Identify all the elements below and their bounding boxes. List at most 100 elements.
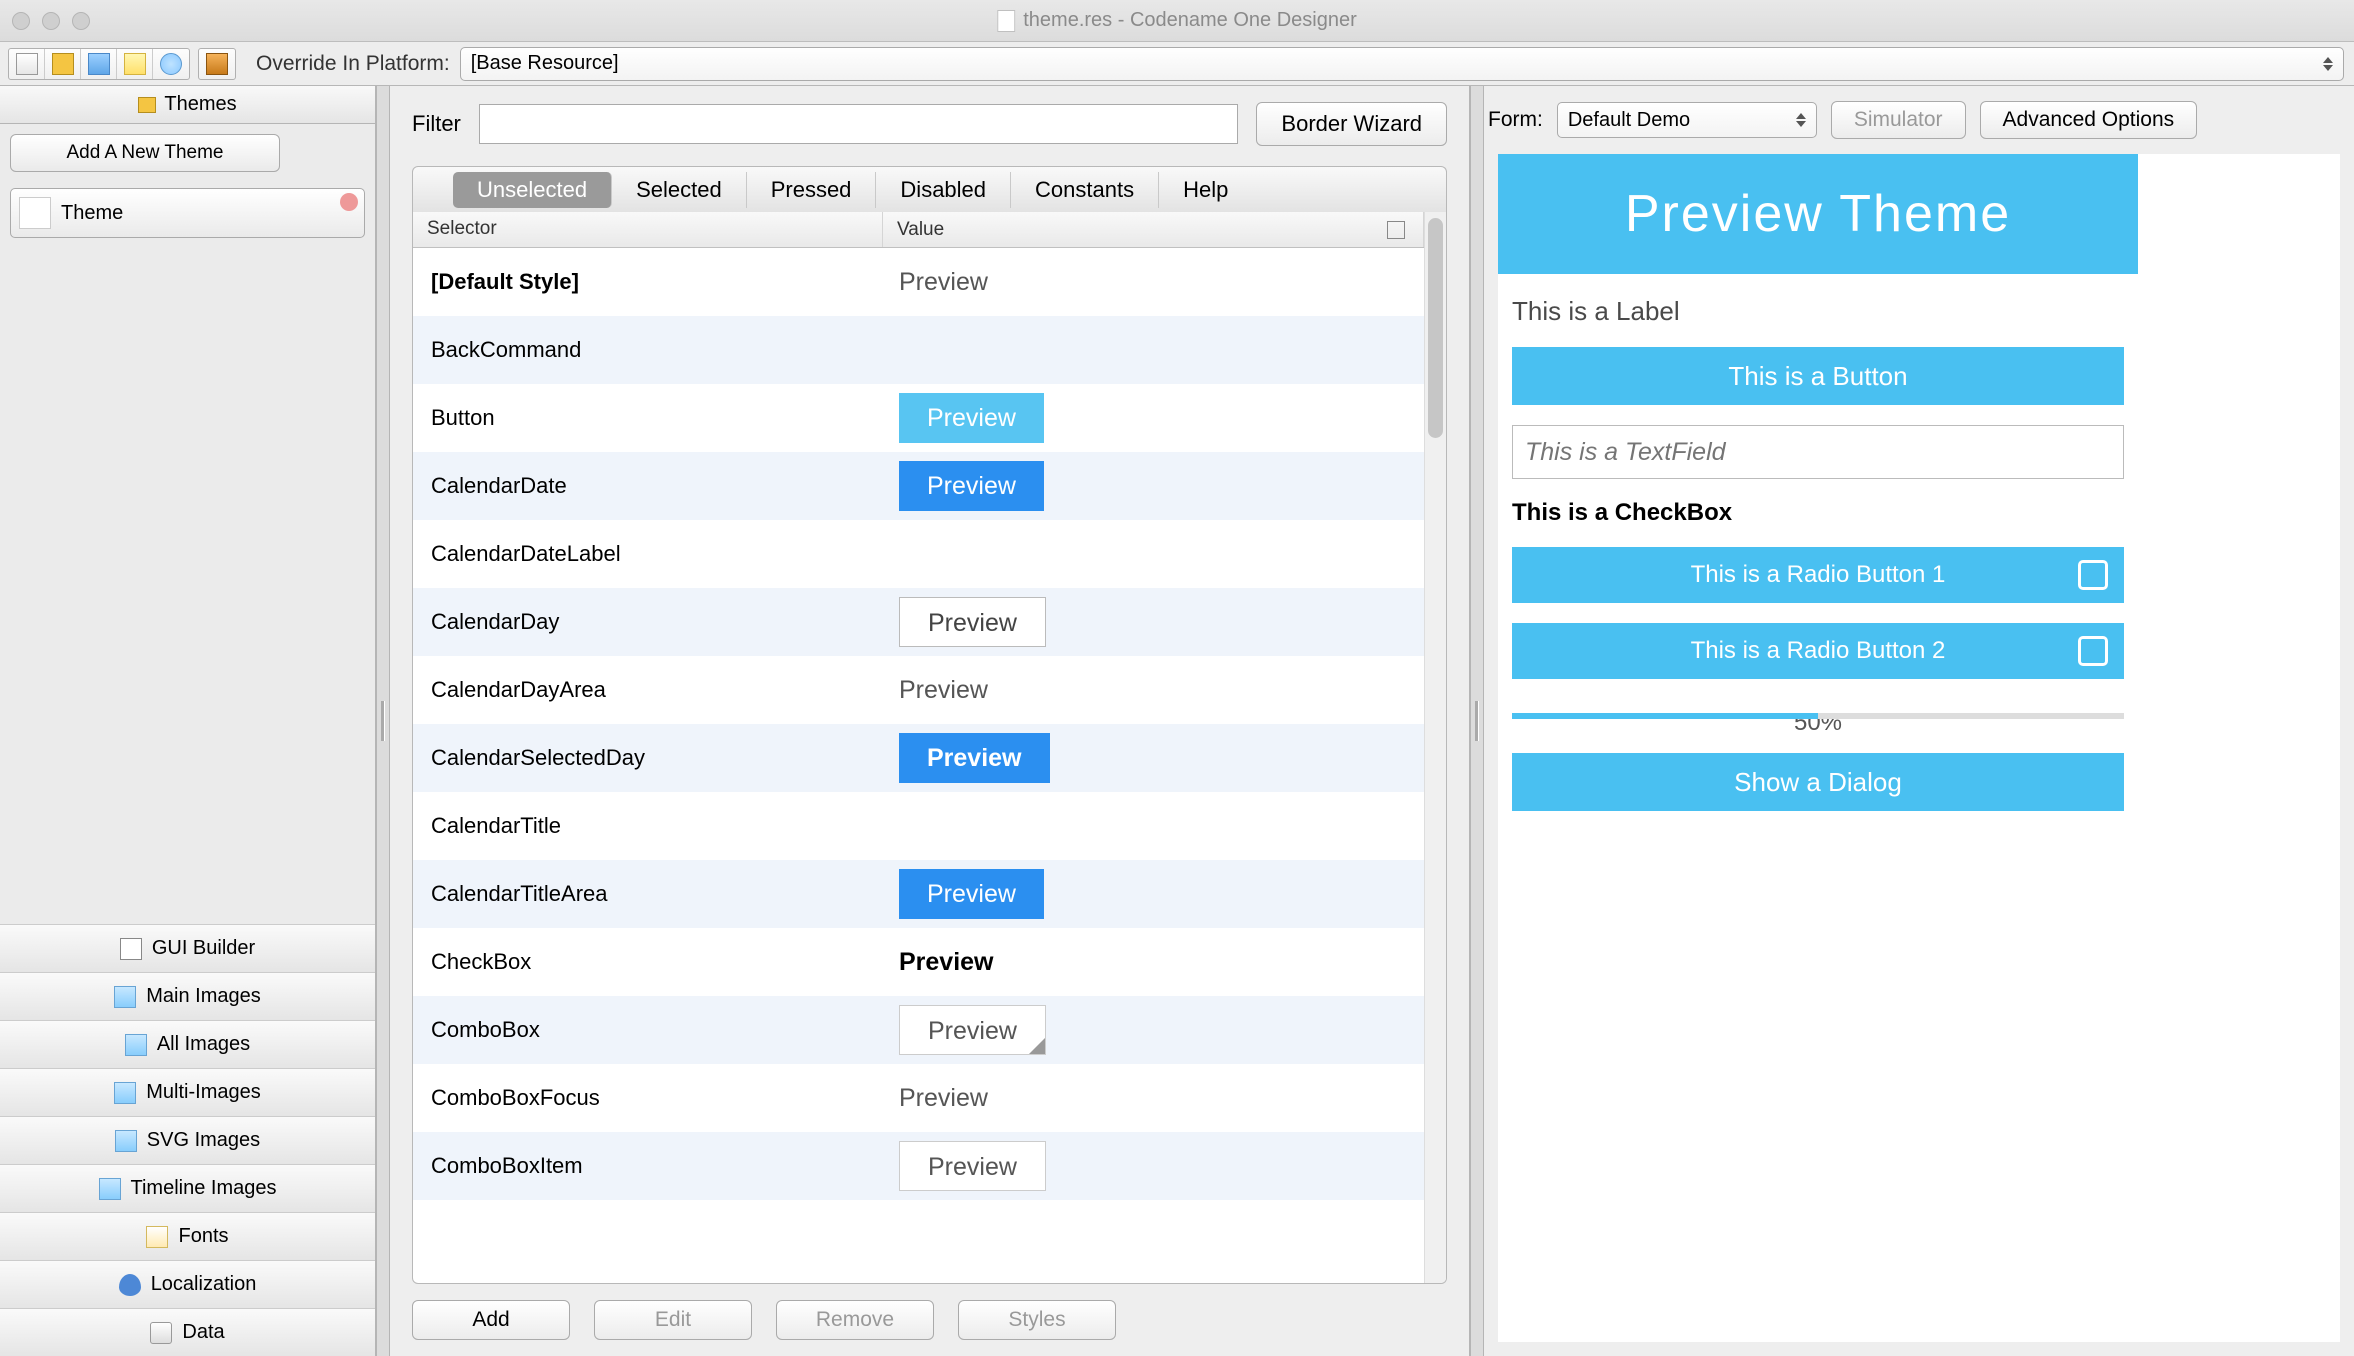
- table-row[interactable]: ButtonPreview: [413, 384, 1424, 452]
- styles-button[interactable]: Styles: [958, 1300, 1116, 1340]
- table-row[interactable]: [Default Style]Preview: [413, 248, 1424, 316]
- table-row[interactable]: CalendarDayPreview: [413, 588, 1424, 656]
- preview-textfield[interactable]: [1512, 425, 2124, 479]
- table-row[interactable]: CheckBoxPreview: [413, 928, 1424, 996]
- save-button[interactable]: [81, 49, 117, 79]
- sidebar-label: All Images: [157, 1033, 250, 1056]
- chevron-updown-icon: [1796, 113, 1806, 127]
- close-window-button[interactable]: [12, 12, 30, 30]
- selector-cell: [Default Style]: [413, 269, 883, 295]
- preview-checkbox[interactable]: This is a CheckBox: [1512, 499, 2124, 527]
- edit-icon: [124, 53, 146, 75]
- table-row[interactable]: CalendarDateLabel: [413, 520, 1424, 588]
- selector-cell: CheckBox: [413, 949, 883, 975]
- images-icon: [114, 1082, 136, 1104]
- table-row[interactable]: ComboBoxFocusPreview: [413, 1064, 1424, 1132]
- sidebar-main-images[interactable]: Main Images: [0, 972, 375, 1020]
- add-theme-button[interactable]: Add A New Theme: [10, 134, 280, 172]
- column-header-selector[interactable]: Selector: [413, 212, 883, 247]
- table-row[interactable]: CalendarSelectedDayPreview: [413, 724, 1424, 792]
- sidebar-timeline-images[interactable]: Timeline Images: [0, 1164, 375, 1212]
- zoom-window-button[interactable]: [72, 12, 90, 30]
- table-row[interactable]: CalendarDayAreaPreview: [413, 656, 1424, 724]
- images-icon: [125, 1034, 147, 1056]
- selector-cell: ComboBox: [413, 1017, 883, 1043]
- tab-disabled[interactable]: Disabled: [876, 172, 1011, 208]
- value-cell: Preview: [883, 268, 1424, 297]
- sidebar-label: GUI Builder: [152, 937, 255, 960]
- exit-button[interactable]: [199, 49, 235, 79]
- scrollbar-thumb[interactable]: [1428, 218, 1443, 438]
- sidebar-fonts[interactable]: Fonts: [0, 1212, 375, 1260]
- value-cell: Preview: [883, 1141, 1424, 1191]
- sidebar-label: Timeline Images: [131, 1177, 277, 1200]
- sidebar: Themes Add A New Theme Theme GUI Builder…: [0, 86, 376, 1356]
- simulator-button[interactable]: Simulator: [1831, 101, 1966, 139]
- remove-button[interactable]: Remove: [776, 1300, 934, 1340]
- chevron-updown-icon: [2323, 57, 2333, 71]
- themes-icon: [138, 97, 156, 113]
- sidebar-label: Main Images: [146, 985, 261, 1008]
- filter-input[interactable]: [479, 104, 1239, 144]
- themes-header: Themes: [0, 86, 375, 124]
- open-button[interactable]: [45, 49, 81, 79]
- selector-cell: CalendarTitleArea: [413, 881, 883, 907]
- add-button[interactable]: Add: [412, 1300, 570, 1340]
- exit-tool-group: [198, 48, 236, 80]
- edit-entry-button[interactable]: Edit: [594, 1300, 752, 1340]
- preview-button[interactable]: This is a Button: [1512, 347, 2124, 405]
- sidebar-all-images[interactable]: All Images: [0, 1020, 375, 1068]
- tabbar: Unselected Selected Pressed Disabled Con…: [412, 166, 1447, 212]
- window-title-text: theme.res - Codename One Designer: [1023, 9, 1357, 32]
- override-value: [Base Resource]: [471, 52, 619, 75]
- edit-button[interactable]: [117, 49, 153, 79]
- selector-table: Selector Value [Default Style]PreviewBac…: [413, 212, 1424, 1283]
- vertical-splitter-2[interactable]: [1470, 86, 1484, 1356]
- preview-radio-2[interactable]: This is a Radio Button 2: [1512, 623, 2124, 679]
- sidebar-gui-builder[interactable]: GUI Builder: [0, 924, 375, 972]
- table-row[interactable]: BackCommand: [413, 316, 1424, 384]
- titlebar: theme.res - Codename One Designer: [0, 0, 2354, 42]
- form-select[interactable]: Default Demo: [1557, 102, 1817, 138]
- tab-selected[interactable]: Selected: [612, 172, 747, 208]
- vertical-scrollbar[interactable]: [1424, 212, 1446, 1283]
- table-row[interactable]: CalendarTitle: [413, 792, 1424, 860]
- sidebar-data[interactable]: Data: [0, 1308, 375, 1356]
- override-platform-select[interactable]: [Base Resource]: [460, 47, 2344, 81]
- table-row[interactable]: ComboBoxPreview: [413, 996, 1424, 1064]
- new-file-button[interactable]: [9, 49, 45, 79]
- preview-panel: Form: Default Demo Simulator Advanced Op…: [1484, 86, 2354, 1356]
- sidebar-localization[interactable]: Localization: [0, 1260, 375, 1308]
- preview-slider[interactable]: 50%: [1512, 699, 2124, 733]
- vertical-splitter[interactable]: [376, 86, 390, 1356]
- help-button[interactable]: [153, 49, 189, 79]
- save-icon: [88, 53, 110, 75]
- column-header-value[interactable]: Value: [883, 212, 1424, 247]
- tab-constants[interactable]: Constants: [1011, 172, 1159, 208]
- selector-cell: ComboBoxItem: [413, 1153, 883, 1179]
- delete-theme-button[interactable]: [340, 193, 358, 211]
- minimize-window-button[interactable]: [42, 12, 60, 30]
- preview-dialog-button[interactable]: Show a Dialog: [1512, 753, 2124, 811]
- themes-header-text: Themes: [164, 93, 236, 116]
- tab-unselected[interactable]: Unselected: [453, 172, 612, 208]
- tab-help[interactable]: Help: [1159, 172, 1252, 208]
- sidebar-label: Multi-Images: [146, 1081, 260, 1104]
- column-menu-icon[interactable]: [1387, 221, 1405, 239]
- table-row[interactable]: CalendarTitleAreaPreview: [413, 860, 1424, 928]
- sidebar-svg-images[interactable]: SVG Images: [0, 1116, 375, 1164]
- sidebar-label: Fonts: [178, 1225, 228, 1248]
- selector-cell: BackCommand: [413, 337, 883, 363]
- preview-radio-1[interactable]: This is a Radio Button 1: [1512, 547, 2124, 603]
- value-cell: Preview: [883, 1084, 1424, 1113]
- border-wizard-button[interactable]: Border Wizard: [1256, 102, 1447, 146]
- tab-pressed[interactable]: Pressed: [747, 172, 877, 208]
- sidebar-multi-images[interactable]: Multi-Images: [0, 1068, 375, 1116]
- preview-header: Preview Theme: [1498, 154, 2138, 274]
- value-cell: Preview: [883, 1005, 1424, 1055]
- table-row[interactable]: ComboBoxItemPreview: [413, 1132, 1424, 1200]
- table-row[interactable]: CalendarDatePreview: [413, 452, 1424, 520]
- selector-cell: Button: [413, 405, 883, 431]
- advanced-options-button[interactable]: Advanced Options: [1980, 101, 2198, 139]
- theme-item[interactable]: Theme: [10, 188, 365, 238]
